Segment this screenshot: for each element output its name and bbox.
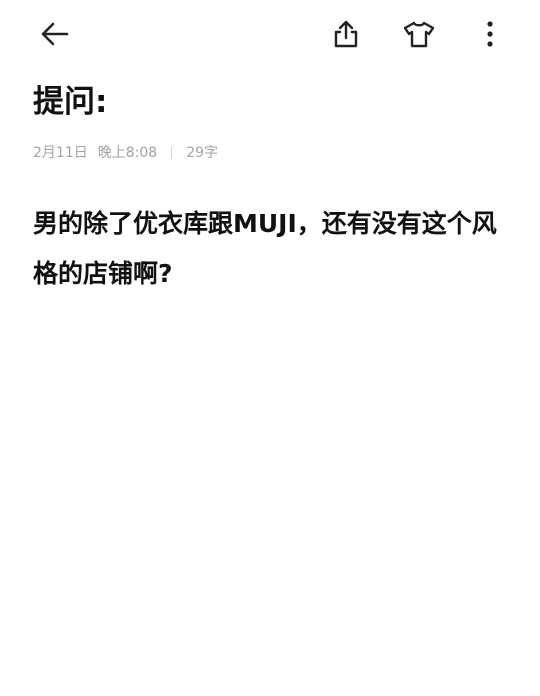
top-toolbar [0,0,540,70]
note-date: 2月11日 [33,145,88,161]
skin-button[interactable] [397,12,441,56]
note-meta: 2月11日 晚上8:08 29字 [33,142,218,162]
note-word-count: 29字 [186,145,219,161]
back-button[interactable] [33,12,77,56]
note-time: 晚上8:08 [97,145,158,161]
more-button[interactable] [468,12,512,56]
meta-divider [171,145,173,159]
more-vertical-icon [487,21,493,47]
share-button[interactable] [324,12,368,56]
arrow-left-icon [41,22,69,46]
note-body[interactable]: 男的除了优衣库跟MUJI，还有没有这个风格的店铺啊? [33,199,513,299]
share-icon [334,20,358,48]
shirt-icon [403,21,435,48]
note-title[interactable]: 提问: [33,82,107,122]
